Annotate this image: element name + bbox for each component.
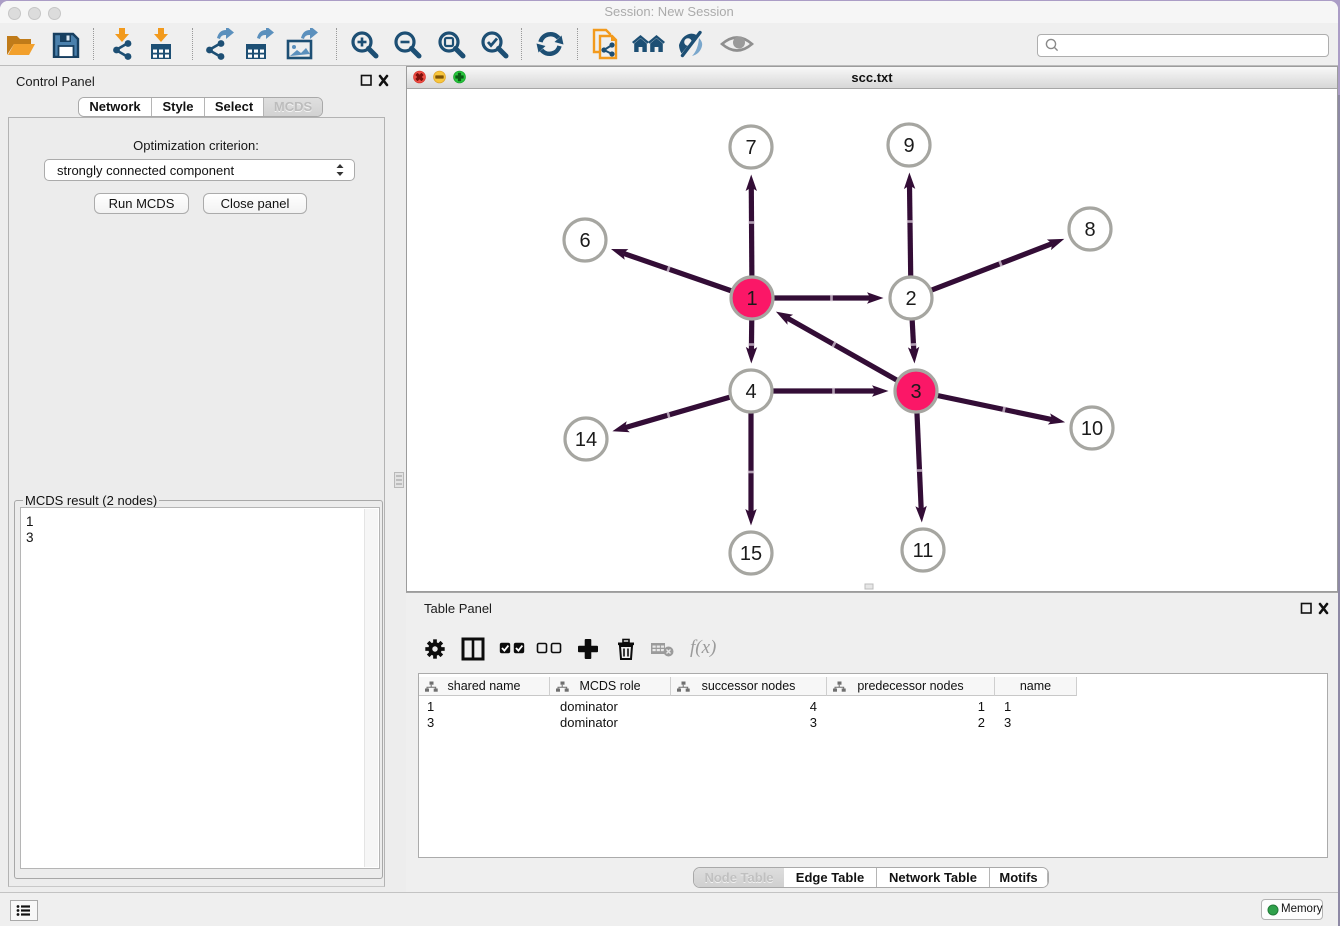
svg-text:1: 1 <box>746 288 757 310</box>
svg-text:10: 10 <box>1081 418 1103 440</box>
svg-text:6: 6 <box>579 230 590 252</box>
svg-text:9: 9 <box>903 135 914 157</box>
svg-text:2: 2 <box>905 288 916 310</box>
svg-text:3: 3 <box>910 381 921 403</box>
svg-text:8: 8 <box>1084 219 1095 241</box>
svg-text:15: 15 <box>740 543 762 565</box>
svg-text:14: 14 <box>575 429 597 451</box>
svg-text:4: 4 <box>745 381 756 403</box>
svg-text:11: 11 <box>913 540 934 562</box>
svg-text:7: 7 <box>745 137 756 159</box>
